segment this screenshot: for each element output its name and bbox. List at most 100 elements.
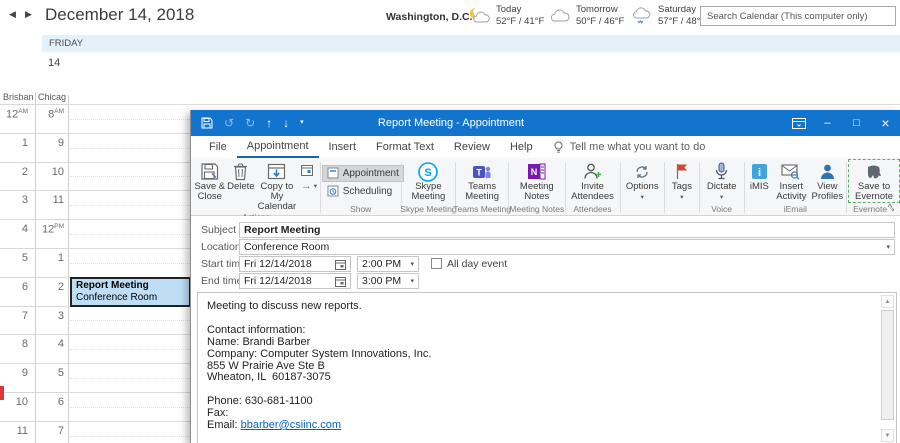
tab-help[interactable]: Help — [500, 136, 543, 158]
body-scrollbar[interactable]: ▲ ▼ — [881, 295, 894, 442]
end-time-field[interactable]: 3:00 PM ▾ — [357, 273, 419, 289]
imis-button[interactable]: i iMIS — [745, 159, 773, 192]
meeting-notes-button[interactable]: N Meeting Notes — [512, 159, 562, 202]
scheduling-button[interactable]: Scheduling — [322, 183, 397, 200]
view-profiles-button[interactable]: View Profiles — [809, 159, 845, 202]
group-separator — [846, 162, 847, 213]
chevron-down-icon[interactable]: ▾ — [410, 277, 414, 285]
appointment-view-label: Appointment — [343, 168, 399, 179]
ribbon-group-evernote: Save to Evernote Evernote ⇘ — [848, 159, 900, 215]
evernote-elephant-icon — [865, 161, 883, 182]
trash-icon — [233, 161, 248, 182]
time-row: 311 — [0, 190, 68, 219]
copy-calendar-icon — [267, 161, 286, 182]
location-field[interactable]: ▾ — [239, 239, 895, 255]
qat-customize-icon[interactable]: ▾ — [300, 117, 304, 129]
svg-text:T: T — [476, 167, 482, 177]
tab-insert[interactable]: Insert — [319, 136, 367, 158]
nav-back-icon[interactable]: ◀ — [9, 9, 16, 20]
start-date-field[interactable]: Fri 12/14/2018 — [239, 256, 351, 272]
subject-field[interactable] — [239, 222, 895, 238]
dictate-label: Dictate — [707, 182, 737, 192]
imis-icon: i — [751, 161, 768, 182]
person-icon — [819, 161, 836, 182]
scroll-up-icon[interactable]: ▲ — [881, 295, 894, 308]
search-input[interactable] — [700, 6, 896, 26]
appointment-view-button[interactable]: Appointment — [322, 165, 404, 182]
chevron-down-icon[interactable]: ▾ — [410, 260, 414, 268]
redo-icon[interactable]: ↻ — [245, 117, 255, 129]
invite-attendees-button[interactable]: Invite Attendees — [567, 159, 619, 202]
group-separator — [744, 162, 745, 213]
calendar-event[interactable]: Report Meeting Conference Room — [70, 277, 191, 307]
delete-button[interactable]: Delete — [227, 159, 256, 192]
insert-activity-button[interactable]: Insert Activity — [773, 159, 809, 202]
ribbon-group-show: Appointment Scheduling Show — [322, 159, 400, 215]
ribbon-group-notes: N Meeting Notes Meeting Notes — [510, 159, 564, 215]
skype-meeting-button[interactable]: S Skype Meeting — [404, 159, 452, 202]
email-line: Email: bbarber@csiinc.com — [207, 420, 872, 432]
tags-label: Tags — [672, 182, 692, 192]
email-link[interactable]: bbarber@csiinc.com — [241, 419, 341, 431]
undo-icon[interactable]: ↺ — [224, 117, 234, 129]
onenote-icon: N — [527, 161, 546, 182]
start-time-field[interactable]: 2:00 PM ▾ — [357, 256, 419, 272]
save-close-button[interactable]: Save & Close — [193, 159, 227, 202]
all-day-checkbox[interactable] — [431, 258, 442, 269]
move-down-icon[interactable]: ↓ — [283, 117, 289, 129]
nav-forward-icon[interactable]: ▶ — [25, 9, 32, 20]
event-title: Report Meeting — [76, 280, 185, 292]
location-label: Location — [201, 241, 241, 253]
calendar-mini-button[interactable] — [299, 162, 319, 177]
chevron-down-icon[interactable]: ▾ — [886, 243, 890, 251]
day-header: FRIDAY — [42, 35, 900, 52]
weather-saturday: Saturday 57°F / 48°F — [630, 4, 706, 27]
time-row: 106 — [0, 392, 68, 421]
save-icon[interactable] — [201, 117, 213, 129]
tab-format-text[interactable]: Format Text — [366, 136, 444, 158]
teams-meeting-button[interactable]: T Teams Meeting — [458, 159, 506, 202]
window-titlebar: Report Meeting - Appointment ↺ ↻ ↑ ↓ ▾ — [191, 110, 900, 136]
collapse-ribbon-icon[interactable]: ^ — [888, 202, 892, 212]
tell-me-box[interactable]: Tell me what you want to do — [553, 136, 706, 158]
scroll-down-icon[interactable]: ▼ — [881, 429, 894, 442]
date-picker-icon[interactable] — [335, 276, 346, 287]
start-time-value: 2:00 PM — [362, 258, 401, 270]
tab-review[interactable]: Review — [444, 136, 500, 158]
group-label-voice: Voice — [711, 204, 732, 215]
subject-input[interactable] — [244, 224, 890, 236]
tab-appointment[interactable]: Appointment — [237, 136, 319, 158]
cloud-icon — [548, 6, 572, 25]
skype-icon: S — [418, 161, 438, 182]
group-separator — [699, 162, 700, 213]
ribbon-group-voice: Dictate ▾ Voice — [701, 159, 743, 215]
ribbon-group-options: Options ▾ — [621, 159, 663, 215]
save-close-icon — [200, 161, 219, 182]
forward-button[interactable]: → ▾ — [299, 178, 319, 193]
time-row: 210 — [0, 162, 68, 191]
move-up-icon[interactable]: ↑ — [266, 117, 272, 129]
ribbon-display-options-icon[interactable] — [784, 110, 813, 136]
dictate-button[interactable]: Dictate ▾ — [701, 159, 743, 203]
copy-to-calendar-button[interactable]: Copy to My Calendar — [255, 159, 299, 212]
group-label-iemail: iEmail — [784, 204, 807, 215]
options-button[interactable]: Options ▾ — [621, 159, 663, 203]
tags-button[interactable]: Tags ▾ — [666, 159, 698, 203]
group-label-show: Show — [350, 204, 371, 215]
body-line: Name: Brandi Barber — [207, 337, 872, 349]
group-label-teams: Teams Meeting — [453, 204, 511, 215]
save-to-evernote-button[interactable]: Save to Evernote — [848, 159, 900, 203]
moon-cloud-icon — [466, 6, 492, 25]
location-input[interactable] — [244, 241, 886, 253]
appointment-body[interactable]: Meeting to discuss new reports.Contact i… — [197, 292, 897, 443]
end-date-field[interactable]: Fri 12/14/2018 — [239, 273, 351, 289]
maximize-button[interactable]: □ — [842, 110, 871, 136]
envelope-search-icon — [781, 161, 801, 182]
minimize-button[interactable]: – — [813, 110, 842, 136]
scrollbar-thumb[interactable] — [881, 310, 894, 420]
date-picker-icon[interactable] — [335, 259, 346, 270]
view-profiles-label: View Profiles — [809, 182, 845, 202]
group-separator — [620, 162, 621, 213]
tab-file[interactable]: File — [199, 136, 237, 158]
close-button[interactable]: × — [871, 110, 900, 136]
